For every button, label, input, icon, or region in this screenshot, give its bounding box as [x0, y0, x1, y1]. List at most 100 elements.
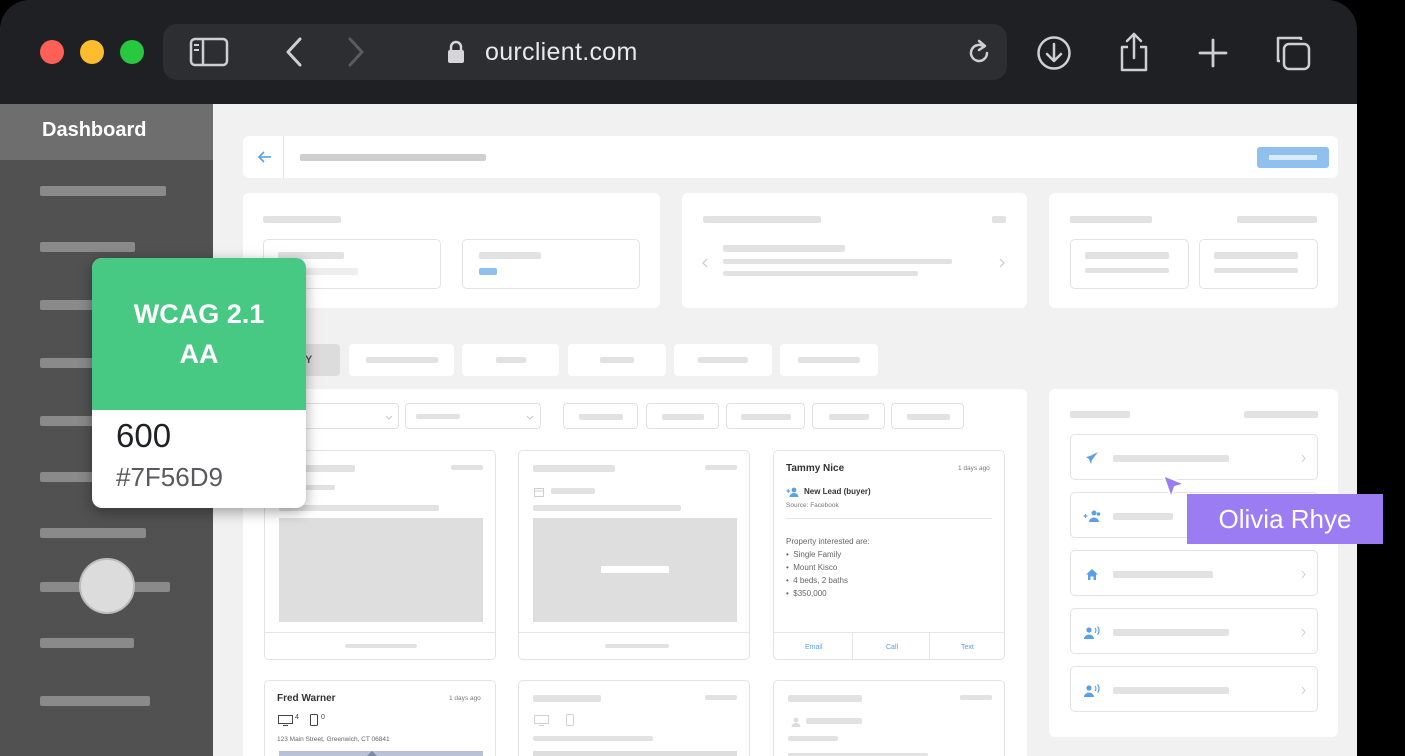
sidebar-item[interactable] — [40, 528, 146, 538]
property-photo[interactable] — [279, 750, 483, 756]
chevron-right-icon[interactable] — [997, 257, 1007, 269]
url-text[interactable]: ourclient.com — [485, 38, 638, 67]
sidebar-item[interactable] — [40, 242, 135, 252]
tab[interactable] — [674, 344, 772, 376]
card-footer-placeholder — [605, 644, 669, 648]
card-time-placeholder — [705, 695, 737, 700]
carousel-line — [723, 259, 952, 264]
filter-chip[interactable] — [812, 403, 885, 429]
lead-card[interactable]: Tammy Nice 1 days ago New Lead (buyer) S… — [773, 450, 1005, 660]
interest-item: • Single Family — [786, 550, 842, 559]
home-icon — [1083, 566, 1101, 582]
add-person-icon — [788, 716, 802, 728]
stat-box[interactable] — [462, 239, 640, 289]
stat-box[interactable] — [1199, 239, 1318, 289]
lead-name[interactable]: Tammy Nice — [786, 463, 844, 474]
call-action[interactable]: Call — [886, 644, 898, 651]
filter-chip[interactable] — [646, 403, 719, 429]
card-line-placeholder — [533, 505, 681, 511]
card-image-placeholder — [279, 518, 483, 622]
sidebar-item[interactable] — [40, 696, 150, 706]
property-owner-name[interactable]: Fred Warner — [277, 693, 336, 704]
sidebar-item[interactable] — [40, 186, 166, 196]
monitor-icon — [277, 714, 293, 726]
filter-chip[interactable] — [563, 403, 638, 429]
page-title-placeholder — [300, 154, 486, 161]
card-image-placeholder — [533, 751, 737, 756]
sidebar-icon[interactable] — [189, 36, 229, 68]
reload-icon[interactable] — [964, 38, 994, 68]
badge-weight: 600 — [116, 417, 172, 454]
tabs-icon[interactable] — [1273, 33, 1313, 73]
download-icon[interactable] — [1034, 33, 1074, 73]
browser-toolbar: ourclient.com — [0, 0, 1357, 104]
quick-action-item[interactable] — [1070, 550, 1318, 596]
chip-label-placeholder — [741, 414, 791, 420]
feed-card[interactable] — [518, 450, 750, 660]
chevron-right-icon — [1299, 569, 1307, 579]
sidebar-item[interactable] — [40, 638, 134, 648]
new-tab-icon[interactable] — [1196, 36, 1230, 70]
phone-icon — [309, 714, 319, 726]
lead-status: New Lead (buyer) — [804, 487, 871, 496]
property-card[interactable]: Fred Warner 1 days ago 4 0 123 Main Stre… — [264, 680, 496, 756]
stat-box[interactable] — [1070, 239, 1189, 289]
card-time-placeholder — [705, 465, 737, 470]
tab-label-placeholder — [698, 357, 748, 363]
stat-value-placeholder — [479, 268, 497, 275]
phone-icon — [565, 714, 575, 726]
people-call-icon — [1083, 624, 1101, 640]
sidebar-item-label: Dashboard — [42, 119, 147, 141]
property-time: 1 days ago — [449, 695, 481, 702]
primary-action-button[interactable] — [1257, 147, 1329, 168]
quick-action-item[interactable] — [1070, 608, 1318, 654]
chevron-down-icon — [526, 413, 534, 421]
interest-item-text: 4 beds, 2 baths — [793, 576, 848, 585]
filter-chip[interactable] — [726, 403, 805, 429]
interest-item: • $350,000 — [786, 589, 827, 598]
quick-action-label-placeholder — [1113, 571, 1213, 578]
tab[interactable] — [462, 344, 559, 376]
sidebar-item-dashboard[interactable]: Dashboard — [0, 104, 213, 160]
card-time-placeholder — [960, 695, 992, 700]
summary-card — [1049, 193, 1338, 308]
feed-card[interactable] — [773, 680, 1005, 756]
filter-chip[interactable] — [891, 403, 964, 429]
stat-value-placeholder — [1214, 268, 1298, 273]
tab[interactable] — [349, 344, 454, 376]
card-footer-placeholder — [345, 644, 417, 648]
badge-hex-value: #7F56D9 — [116, 462, 223, 492]
forward-icon[interactable] — [342, 36, 370, 68]
back-arrow-icon[interactable] — [257, 149, 273, 165]
monitor-count: 4 — [295, 714, 299, 721]
email-action[interactable]: Email — [805, 644, 823, 651]
collaborator-name-tag: Olivia Rhye — [1187, 494, 1383, 544]
card-line-placeholder — [788, 736, 838, 741]
filter-dropdown[interactable] — [405, 403, 541, 429]
tab[interactable] — [568, 344, 666, 376]
quick-action-item[interactable] — [1070, 434, 1318, 480]
badge-title-line2: AA — [179, 339, 219, 369]
maximize-window-button[interactable] — [120, 40, 144, 64]
back-icon[interactable] — [280, 36, 308, 68]
chip-label-placeholder — [907, 414, 950, 420]
close-window-button[interactable] — [40, 40, 64, 64]
feed-card[interactable] — [518, 680, 750, 756]
quick-action-label-placeholder — [1113, 513, 1173, 520]
video-placeholder[interactable] — [533, 518, 737, 622]
interest-item: • Mount Kisco — [786, 563, 838, 572]
chevron-down-icon — [385, 413, 393, 421]
share-icon[interactable] — [1116, 30, 1152, 74]
monitor-icon — [533, 714, 549, 726]
chevron-right-icon — [1299, 453, 1307, 463]
chevron-left-icon[interactable] — [700, 257, 710, 269]
badge-title-line1: WCAG 2.1 — [133, 299, 265, 329]
drag-handle[interactable] — [79, 558, 135, 614]
quick-action-label-placeholder — [1113, 455, 1229, 462]
minimize-window-button[interactable] — [80, 40, 104, 64]
tab[interactable] — [780, 344, 878, 376]
quick-action-item[interactable] — [1070, 666, 1318, 712]
tab-label-placeholder — [600, 357, 634, 363]
card-line-placeholder — [279, 505, 439, 511]
text-action[interactable]: Text — [961, 644, 974, 651]
